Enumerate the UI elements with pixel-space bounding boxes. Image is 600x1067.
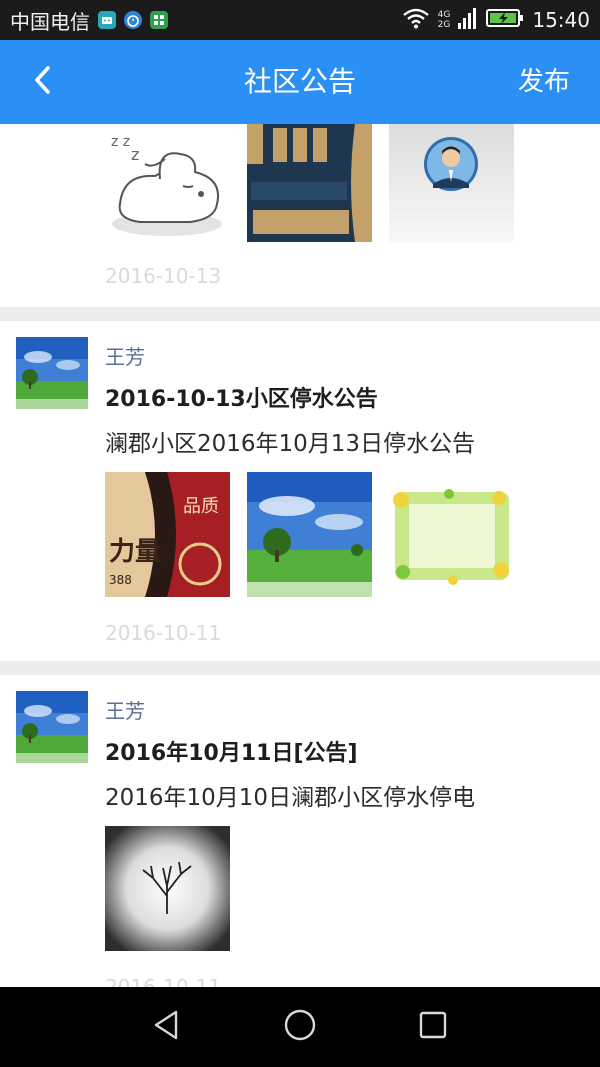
post-separator: [0, 661, 600, 675]
bare-tree-image[interactable]: [105, 826, 230, 951]
post-description: 2016年10月10日澜郡小区停水停电: [105, 785, 476, 811]
svg-text:388: 388: [109, 573, 132, 587]
app-header: 社区公告 发布: [0, 40, 600, 124]
person-avatar-image[interactable]: [389, 124, 514, 242]
network-top-label: 4G: [437, 10, 451, 20]
announcement-post[interactable]: z z z 2016-10-13: [0, 124, 600, 307]
property-logo-image[interactable]: [247, 124, 372, 242]
recents-square-icon: [418, 1010, 448, 1044]
network-type: 4G 2G: [438, 10, 451, 30]
status-right: 4G 2G 15:40: [402, 0, 590, 40]
svg-text:z: z: [131, 145, 139, 164]
network-bottom-label: 2G: [437, 20, 451, 30]
nav-home-button[interactable]: [270, 997, 330, 1057]
page-title: 社区公告: [243, 65, 356, 98]
post-date: 2016-10-13: [105, 264, 222, 288]
post-date: 2016-10-11: [105, 975, 222, 987]
announcement-feed[interactable]: z z z 2016-10-13 王芳 2016-10-13小区停水公告 澜郡小…: [0, 124, 600, 987]
signal-icon: [458, 7, 478, 33]
post-images: z z z: [105, 124, 514, 242]
clock: 15:40: [532, 8, 590, 32]
announcement-post[interactable]: 王芳 2016-10-13小区停水公告 澜郡小区2016年10月13日停水公告 …: [0, 321, 600, 661]
landscape-image[interactable]: [247, 472, 372, 597]
announcement-post[interactable]: 王芳 2016年10月11日[公告] 2016年10月10日澜郡小区停水停电 2…: [0, 675, 600, 987]
post-separator: [0, 307, 600, 321]
author-avatar: [16, 691, 88, 763]
nav-recents-button[interactable]: [403, 997, 463, 1057]
alarm-icon: [124, 11, 142, 29]
post-date: 2016-10-11: [105, 621, 222, 645]
post-images: 品质 力量 388: [105, 472, 514, 597]
nav-back-button[interactable]: [137, 997, 197, 1057]
svg-text:z z: z z: [111, 134, 130, 150]
svg-text:力量: 力量: [109, 537, 161, 567]
battery-charging-icon: [486, 8, 524, 32]
carrier-name: 中国电信: [10, 9, 90, 34]
svg-text:品质: 品质: [183, 496, 219, 517]
status-left: 中国电信: [10, 0, 168, 40]
notification-icon: [98, 11, 116, 29]
publish-button[interactable]: 发布: [518, 40, 570, 124]
status-bar: 中国电信 4G 2G 15:40: [0, 0, 600, 40]
feed-content: z z z 2016-10-13 王芳 2016-10-13小区停水公告 澜郡小…: [0, 124, 600, 987]
app-icon: [150, 11, 168, 29]
home-circle-icon: [283, 1008, 317, 1046]
post-title: 2016-10-13小区停水公告: [105, 387, 378, 412]
flower-frame-image[interactable]: [389, 472, 514, 597]
system-nav-bar: [0, 987, 600, 1067]
wifi-icon: [402, 7, 430, 33]
sleeping-dog-illustration[interactable]: z z z: [105, 124, 230, 242]
author-avatar: [16, 337, 88, 409]
post-images: [105, 826, 230, 951]
post-description: 澜郡小区2016年10月13日停水公告: [105, 431, 476, 457]
author-name[interactable]: 王芳: [105, 341, 145, 370]
author-name[interactable]: 王芳: [105, 695, 145, 724]
back-triangle-icon: [152, 1009, 182, 1045]
red-packaging-image[interactable]: 品质 力量 388: [105, 472, 230, 597]
post-title: 2016年10月11日[公告]: [105, 741, 358, 766]
